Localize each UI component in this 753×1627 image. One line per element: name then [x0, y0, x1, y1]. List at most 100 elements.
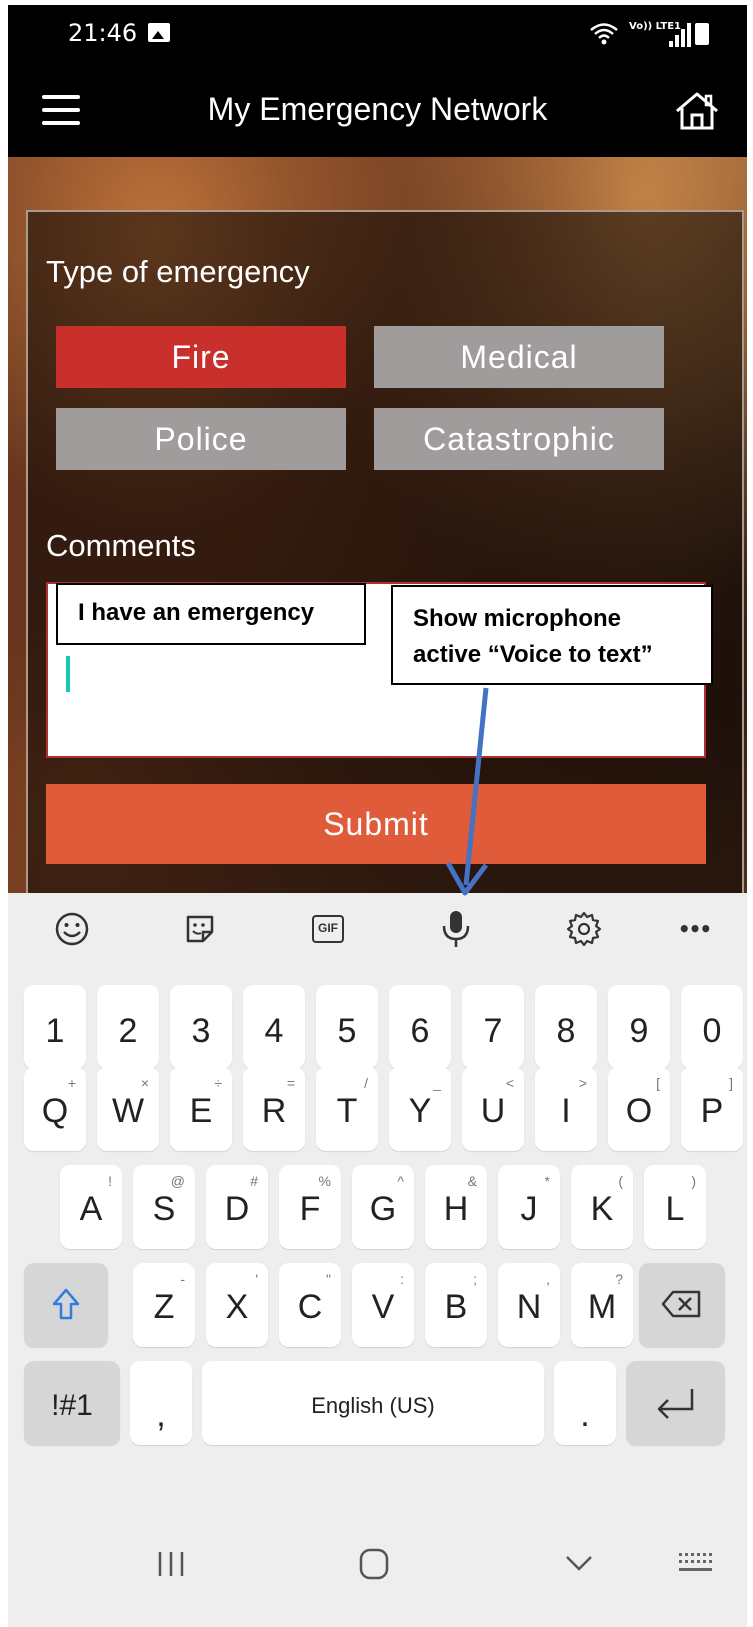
key-1[interactable]: 1	[24, 985, 86, 1069]
key-m[interactable]: M?	[571, 1263, 633, 1347]
key-b[interactable]: B;	[425, 1263, 487, 1347]
key-label: 8	[556, 1012, 576, 1050]
mic-note-callout: Show microphone active “Voice to text”	[391, 585, 713, 685]
key-4[interactable]: 4	[243, 985, 305, 1069]
settings-icon[interactable]	[562, 907, 606, 951]
key-r[interactable]: R =	[243, 1067, 305, 1151]
key-secondary-label: '	[255, 1271, 258, 1287]
key-i[interactable]: I >	[535, 1067, 597, 1151]
key-label: Y	[408, 1092, 432, 1130]
enter-key[interactable]	[626, 1361, 725, 1445]
key-v[interactable]: V:	[352, 1263, 414, 1347]
key-t[interactable]: T /	[316, 1067, 378, 1151]
key-o[interactable]: O[	[608, 1067, 670, 1151]
sticker-icon[interactable]	[178, 907, 222, 951]
key-label: 6	[410, 1012, 430, 1050]
key-secondary-label: <	[505, 1075, 514, 1091]
key-secondary-label: ×	[140, 1075, 149, 1091]
type-medical-button[interactable]: Medical	[374, 326, 664, 388]
emergency-form: Type of emergency Fire Medical Police Ca…	[26, 210, 744, 910]
key-secondary-label: ]	[729, 1075, 733, 1091]
key-d[interactable]: D #	[206, 1165, 268, 1249]
recent-apps-icon[interactable]	[156, 1549, 186, 1579]
status-time: 21:46	[68, 19, 138, 47]
key-f[interactable]: F%	[279, 1165, 341, 1249]
key-2[interactable]: 2	[97, 985, 159, 1069]
key-x[interactable]: X '	[206, 1263, 268, 1347]
type-catastrophic-button[interactable]: Catastrophic	[374, 408, 664, 470]
gif-icon[interactable]: GIF	[306, 907, 350, 951]
key-label: C	[297, 1288, 323, 1326]
comma-key[interactable]: ,	[130, 1361, 192, 1445]
key-secondary-label: )	[691, 1173, 696, 1189]
app-header: My Emergency Network	[8, 65, 747, 157]
key-7[interactable]: 7	[462, 985, 524, 1069]
period-key[interactable]: .	[554, 1361, 616, 1445]
key-label: M	[587, 1288, 617, 1326]
back-nav-icon[interactable]	[564, 1553, 594, 1573]
keyboard-switch-icon[interactable]	[678, 1551, 712, 1575]
key-u[interactable]: U <	[462, 1067, 524, 1151]
key-0[interactable]: 0	[681, 985, 743, 1069]
comma-key-label: ,	[156, 1396, 166, 1434]
key-8[interactable]: 8	[535, 985, 597, 1069]
key-w[interactable]: W ×	[97, 1067, 159, 1151]
symbols-key[interactable]: !#1	[24, 1361, 120, 1445]
shift-key[interactable]	[24, 1263, 108, 1347]
key-z[interactable]: Z-	[133, 1263, 195, 1347]
keyboard-toolbar: GIF •••	[8, 893, 747, 965]
key-y[interactable]: Y _	[389, 1067, 451, 1151]
keyboard: GIF ••• 1234567890 Q + W × E ÷ R = T / Y _ U < I > O[P] …	[8, 893, 747, 1627]
key-label: J	[520, 1190, 538, 1228]
key-label: A	[79, 1190, 103, 1228]
wifi-icon	[590, 23, 618, 45]
key-g[interactable]: G ^	[352, 1165, 414, 1249]
key-label: S	[152, 1190, 176, 1228]
key-label: X	[225, 1288, 249, 1326]
key-c[interactable]: C "	[279, 1263, 341, 1347]
home-nav-icon[interactable]	[358, 1547, 390, 1581]
key-label: 3	[191, 1012, 211, 1050]
more-icon[interactable]: •••	[672, 907, 716, 951]
key-j[interactable]: J *	[498, 1165, 560, 1249]
key-secondary-label: ^	[397, 1173, 404, 1189]
gallery-notification-icon	[148, 23, 170, 42]
submit-button[interactable]: Submit	[46, 784, 706, 864]
key-9[interactable]: 9	[608, 985, 670, 1069]
key-s[interactable]: S @	[133, 1165, 195, 1249]
mic-note-line1: Show microphone	[413, 605, 622, 632]
key-6[interactable]: 6	[389, 985, 451, 1069]
key-label: W	[111, 1092, 145, 1130]
symbols-key-label: !#1	[51, 1389, 93, 1422]
key-h[interactable]: H &	[425, 1165, 487, 1249]
key-secondary-label: &	[467, 1173, 477, 1189]
microphone-icon[interactable]	[434, 907, 478, 951]
key-5[interactable]: 5	[316, 985, 378, 1069]
key-p[interactable]: P]	[681, 1067, 743, 1151]
key-n[interactable]: N,	[498, 1263, 560, 1347]
key-e[interactable]: E ÷	[170, 1067, 232, 1151]
key-3[interactable]: 3	[170, 985, 232, 1069]
key-secondary-label: -	[180, 1271, 185, 1287]
key-l[interactable]: L)	[644, 1165, 706, 1249]
key-a[interactable]: A!	[60, 1165, 122, 1249]
key-label: H	[443, 1190, 469, 1228]
key-secondary-label: %	[318, 1173, 331, 1189]
key-label: 9	[629, 1012, 649, 1050]
key-label: T	[336, 1092, 358, 1130]
key-label: R	[261, 1092, 287, 1130]
home-icon[interactable]	[673, 91, 721, 131]
key-label: 1	[45, 1012, 65, 1050]
type-fire-button[interactable]: Fire	[56, 326, 346, 388]
key-label: I	[561, 1092, 571, 1130]
gif-label: GIF	[312, 915, 344, 943]
space-key[interactable]: English (US)	[202, 1361, 544, 1445]
emoji-icon[interactable]	[50, 907, 94, 951]
key-k[interactable]: K(	[571, 1165, 633, 1249]
key-q[interactable]: Q +	[24, 1067, 86, 1151]
key-label: 2	[118, 1012, 138, 1050]
key-secondary-label: _	[433, 1075, 441, 1091]
key-secondary-label: *	[544, 1173, 550, 1189]
type-police-button[interactable]: Police	[56, 408, 346, 470]
backspace-key[interactable]	[639, 1263, 725, 1347]
